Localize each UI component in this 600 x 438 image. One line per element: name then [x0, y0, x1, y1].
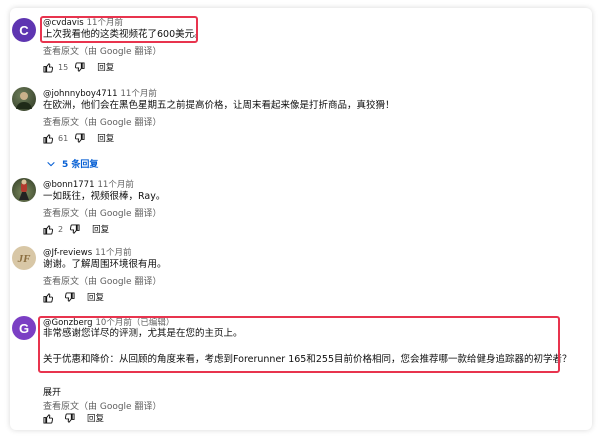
- comment-actions: 61 回复: [43, 131, 114, 145]
- avatar[interactable]: JF: [12, 246, 36, 270]
- comment-text: 一如既往，视频很棒，Ray。: [43, 191, 166, 202]
- svg-text:JF: JF: [17, 253, 32, 265]
- comment-actions: 2 回复: [43, 222, 109, 236]
- comment-item: @johnnyboy4711 11个月前 在欧洲，他们会在黑色星期五之前提高价格，…: [10, 85, 592, 170]
- thumbs-up-icon: [43, 224, 54, 235]
- dislike-button[interactable]: [64, 291, 75, 303]
- reply-button[interactable]: 回复: [97, 61, 114, 73]
- avatar[interactable]: [12, 87, 36, 111]
- author-name[interactable]: @bonn1771: [43, 180, 95, 190]
- like-count: 2: [58, 224, 64, 234]
- comment-time[interactable]: 11个月前: [95, 248, 131, 258]
- chevron-down-icon: [47, 161, 55, 166]
- comments-panel: C @cvdavis 11个月前 上次我看他的这类视频花了600美元。 查看原文（…: [10, 8, 592, 430]
- thumbs-down-icon: [64, 412, 75, 423]
- like-button[interactable]: [43, 224, 54, 235]
- avatar[interactable]: G: [12, 316, 36, 340]
- user-photo-icon: [16, 92, 32, 109]
- expand-button[interactable]: 展开: [43, 385, 61, 398]
- translate-link[interactable]: 查看原文（由 Google 翻译）: [43, 115, 161, 128]
- user-photo-icon: JF: [17, 253, 32, 265]
- dislike-button[interactable]: [69, 223, 80, 235]
- comment-actions: 回复: [43, 411, 104, 425]
- comment-actions: 15 回复: [43, 60, 114, 74]
- dislike-button[interactable]: [74, 61, 85, 73]
- user-photo-icon: [19, 179, 29, 200]
- dislike-button[interactable]: [64, 412, 75, 424]
- reply-button[interactable]: 回复: [97, 132, 114, 144]
- comment-text: 在欧洲，他们会在黑色星期五之前提高价格，让周末看起来像是打折商品，真狡猾！: [43, 100, 395, 111]
- reply-button[interactable]: 回复: [87, 412, 104, 424]
- like-count: 61: [58, 133, 69, 143]
- highlight-box: [38, 316, 560, 373]
- dislike-button[interactable]: [74, 132, 85, 144]
- comment-actions: 回复: [43, 290, 104, 304]
- replies-label: 5 条回复: [62, 160, 99, 170]
- thumbs-up-icon: [43, 292, 54, 303]
- comment-author[interactable]: @johnnyboy4711 11个月前: [43, 87, 157, 99]
- translate-link[interactable]: 查看原文（由 Google 翻译）: [43, 44, 161, 57]
- highlight-box: [40, 16, 198, 43]
- thumbs-up-icon: [43, 413, 54, 424]
- comment-item: JF @Jf-reviews 11个月前 谢谢。了解周围环境很有用。 查看原文（由…: [10, 244, 592, 306]
- author-name[interactable]: @johnnyboy4711: [43, 89, 118, 99]
- avatar[interactable]: C: [12, 18, 36, 42]
- comment-time[interactable]: 11个月前: [98, 180, 134, 190]
- thumbs-down-icon: [70, 223, 80, 234]
- translate-link[interactable]: 查看原文（由 Google 翻译）: [43, 274, 161, 287]
- reply-button[interactable]: 回复: [87, 291, 104, 303]
- view-replies-button[interactable]: 5 条回复: [46, 157, 98, 170]
- thumbs-down-icon: [75, 132, 85, 143]
- thumbs-down-icon: [75, 61, 85, 72]
- author-name[interactable]: @Jf-reviews: [43, 248, 92, 258]
- avatar[interactable]: [12, 178, 36, 202]
- comment-time[interactable]: 11个月前: [121, 89, 157, 99]
- thumbs-down-icon: [64, 291, 75, 302]
- comment-text: 谢谢。了解周围环境很有用。: [43, 259, 167, 270]
- comment-author[interactable]: @Jf-reviews 11个月前: [43, 246, 131, 258]
- comment-item: @bonn1771 11个月前 一如既往，视频很棒，Ray。 查看原文（由 Goo…: [10, 176, 592, 238]
- reply-button[interactable]: 回复: [92, 223, 109, 235]
- like-button[interactable]: [43, 62, 54, 73]
- thumbs-up-icon: [43, 62, 54, 73]
- translate-link[interactable]: 查看原文（由 Google 翻译）: [43, 206, 161, 219]
- like-button[interactable]: [43, 413, 54, 424]
- comment-author[interactable]: @bonn1771 11个月前: [43, 178, 134, 190]
- thumbs-up-icon: [43, 133, 54, 144]
- like-count: 15: [58, 62, 69, 72]
- like-button[interactable]: [43, 292, 54, 303]
- like-button[interactable]: [43, 133, 54, 144]
